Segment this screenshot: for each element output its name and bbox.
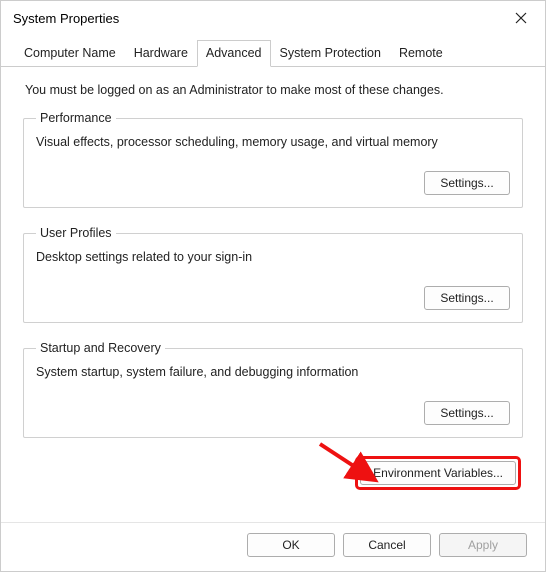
tab-computer-name[interactable]: Computer Name [15,40,125,67]
tabstrip: Computer Name Hardware Advanced System P… [1,35,545,67]
dialog-button-row: OK Cancel Apply [1,522,545,571]
startup-recovery-group: Startup and Recovery System startup, sys… [23,341,523,438]
performance-legend: Performance [36,111,116,125]
close-icon [515,12,527,24]
tab-remote[interactable]: Remote [390,40,452,67]
user-profiles-legend: User Profiles [36,226,116,240]
system-properties-window: System Properties Computer Name Hardware… [0,0,546,572]
ok-button[interactable]: OK [247,533,335,557]
titlebar: System Properties [1,1,545,35]
startup-recovery-settings-button[interactable]: Settings... [424,401,510,425]
user-profiles-settings-button[interactable]: Settings... [424,286,510,310]
close-button[interactable] [501,4,541,32]
user-profiles-desc: Desktop settings related to your sign-in [36,250,510,264]
environment-variables-row: Environment Variables... [23,456,521,490]
user-profiles-group: User Profiles Desktop settings related t… [23,226,523,323]
performance-settings-button[interactable]: Settings... [424,171,510,195]
window-title: System Properties [13,11,119,26]
performance-group: Performance Visual effects, processor sc… [23,111,523,208]
tab-advanced[interactable]: Advanced [197,40,271,67]
performance-desc: Visual effects, processor scheduling, me… [36,135,510,149]
tab-content-advanced: You must be logged on as an Administrato… [1,67,545,522]
tab-hardware[interactable]: Hardware [125,40,197,67]
apply-button[interactable]: Apply [439,533,527,557]
admin-notice-text: You must be logged on as an Administrato… [25,83,521,97]
environment-variables-button[interactable]: Environment Variables... [360,461,516,485]
tab-system-protection[interactable]: System Protection [271,40,390,67]
annotation-highlight: Environment Variables... [355,456,521,490]
cancel-button[interactable]: Cancel [343,533,431,557]
startup-recovery-desc: System startup, system failure, and debu… [36,365,510,379]
startup-recovery-legend: Startup and Recovery [36,341,165,355]
